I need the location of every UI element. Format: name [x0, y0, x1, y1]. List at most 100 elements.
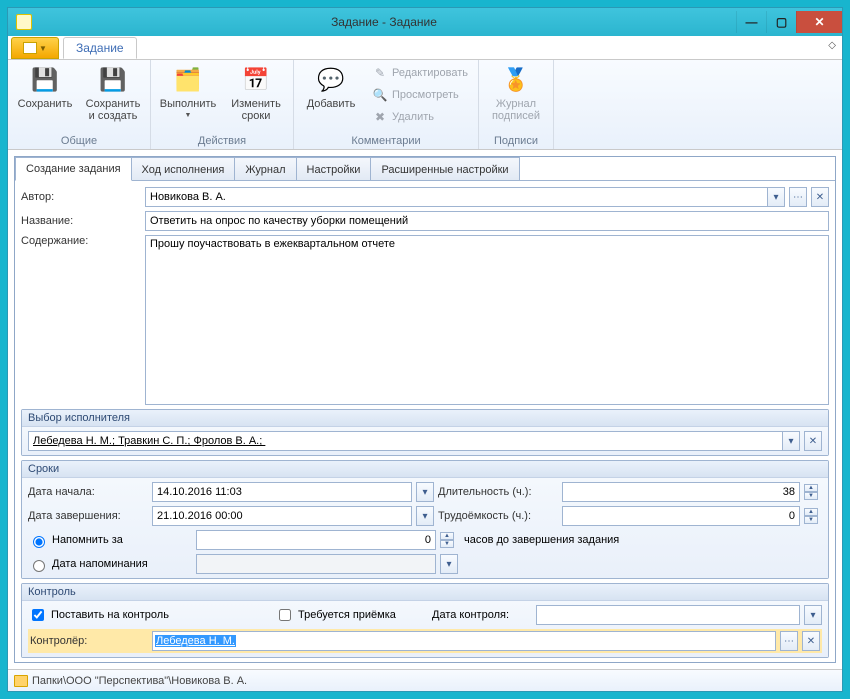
add-comment-icon: 💬 [315, 64, 347, 96]
execute-label: Выполнить [160, 98, 216, 110]
start-date-input[interactable] [152, 482, 412, 502]
control-group: Контроль Поставить на контроль Требуется… [21, 583, 829, 658]
ribbon-tab-task[interactable]: Задание [63, 37, 137, 59]
performers-group: Выбор исполнителя ▾ ✕ [21, 409, 829, 456]
need-accept-label: Требуется приёмка [298, 609, 428, 621]
control-title: Контроль [22, 584, 828, 601]
end-date-label: Дата завершения: [28, 510, 148, 522]
tab-journal[interactable]: Журнал [234, 157, 296, 181]
control-date-dropdown[interactable]: ▾ [804, 605, 822, 625]
save-icon: 💾 [29, 64, 61, 96]
view-label: Просмотреть [392, 89, 459, 101]
save-create-icon: 💾 [97, 64, 129, 96]
status-bar: Папки\ООО "Перспектива"\Новикова В. А. [8, 669, 842, 691]
tab-ext-settings[interactable]: Расширенные настройки [370, 157, 519, 181]
add-comment-button[interactable]: 💬 Добавить [300, 62, 362, 128]
labor-input[interactable] [562, 506, 800, 526]
duration-label: Длительность (ч.): [438, 486, 558, 498]
remind-date-input [196, 554, 436, 574]
eye-icon: 🔍 [372, 87, 388, 103]
stamp-icon: 🏅 [500, 64, 532, 96]
author-clear-button[interactable]: ✕ [811, 187, 829, 207]
delete-comment-button: ✖ Удалить [368, 106, 472, 128]
pencil-icon: ✎ [372, 65, 388, 81]
performers-dropdown-button[interactable]: ▾ [782, 431, 800, 451]
controller-clear-button[interactable]: ✕ [802, 631, 820, 651]
control-date-label: Дата контроля: [432, 609, 532, 621]
group-common-label: Общие [61, 135, 97, 149]
start-date-label: Дата начала: [28, 486, 148, 498]
performers-clear-button[interactable]: ✕ [804, 431, 822, 451]
author-dropdown-button[interactable]: ▾ [767, 187, 785, 207]
remind-date-dropdown[interactable]: ▾ [440, 554, 458, 574]
dates-title: Сроки [22, 461, 828, 478]
chevron-down-icon: ▼ [39, 44, 47, 53]
tab-body: Автор: ▾ ⋯ ✕ Название: Содержание: Прошу… [15, 180, 835, 662]
change-dates-button[interactable]: 📅 Изменить сроки [225, 62, 287, 122]
author-label: Автор: [21, 191, 141, 203]
add-label: Добавить [307, 98, 356, 110]
execute-icon: 🗂️ [172, 64, 204, 96]
ribbon-collapse-button[interactable]: ◇ [828, 40, 836, 51]
app-menu-icon [23, 42, 37, 54]
app-window: Задание - Задание — ▢ ✕ ▼ Задание ◇ 💾 Со… [7, 7, 843, 692]
change-dates-label: Изменить сроки [231, 98, 281, 122]
calendar-icon: 📅 [240, 64, 272, 96]
ribbon: 💾 Сохранить 💾 Сохранить и создать Общие … [8, 60, 842, 150]
status-path: Папки\ООО "Перспектива"\Новикова В. А. [32, 675, 247, 687]
name-input[interactable] [145, 211, 829, 231]
maximize-button[interactable]: ▢ [766, 11, 796, 33]
save-button[interactable]: 💾 Сохранить [14, 62, 76, 122]
minimize-button[interactable]: — [736, 11, 766, 33]
labor-spinner[interactable]: ▲▼ [804, 508, 818, 524]
duration-spinner[interactable]: ▲▼ [804, 484, 818, 500]
labor-label: Трудоёмкость (ч.): [438, 510, 558, 522]
delete-icon: ✖ [372, 109, 388, 125]
performers-input[interactable] [28, 431, 782, 451]
need-accept-checkbox[interactable] [279, 609, 291, 621]
control-date-input[interactable] [536, 605, 800, 625]
main-panel: Создание задания Ход исполнения Журнал Н… [14, 156, 836, 663]
dates-group: Сроки Дата начала: ▾ Длительность (ч.): … [21, 460, 829, 579]
edit-label: Редактировать [392, 67, 468, 79]
app-menu-button[interactable]: ▼ [11, 37, 59, 59]
performers-title: Выбор исполнителя [22, 410, 828, 427]
folder-icon [14, 675, 28, 687]
group-comments-label: Комментарии [351, 135, 420, 149]
tab-create[interactable]: Создание задания [15, 157, 132, 181]
remind-suffix: часов до завершения задания [464, 534, 619, 546]
remind-before-label: Напомнить за [52, 534, 192, 546]
tab-progress[interactable]: Ход исполнения [131, 157, 236, 181]
delete-label: Удалить [392, 111, 434, 123]
execute-button[interactable]: 🗂️ Выполнить ▼ [157, 62, 219, 122]
name-label: Название: [21, 215, 141, 227]
remind-date-radio[interactable] [33, 560, 45, 572]
controller-browse-button[interactable]: ⋯ [780, 631, 798, 651]
remind-spinner[interactable]: ▲▼ [440, 532, 454, 548]
remind-before-radio[interactable] [33, 536, 45, 548]
remind-value-input[interactable] [196, 530, 436, 550]
start-date-dropdown[interactable]: ▾ [416, 482, 434, 502]
put-control-checkbox[interactable] [32, 609, 44, 621]
view-comment-button: 🔍 Просмотреть [368, 84, 472, 106]
window-title: Задание - Задание [32, 15, 736, 29]
controller-value: Лебедева Н. М. [155, 635, 236, 647]
save-and-create-button[interactable]: 💾 Сохранить и создать [82, 62, 144, 122]
close-button[interactable]: ✕ [796, 11, 842, 33]
app-icon [16, 14, 32, 30]
edit-comment-button: ✎ Редактировать [368, 62, 472, 84]
end-date-input[interactable] [152, 506, 412, 526]
controller-input[interactable]: Лебедева Н. М. [152, 631, 776, 651]
content-textarea[interactable]: Прошу поучаствовать в ежеквартальном отч… [145, 235, 829, 405]
save-create-label: Сохранить и создать [86, 98, 141, 122]
signatures-log-button: 🏅 Журнал подписей [485, 62, 547, 122]
controller-label: Контролёр: [30, 635, 148, 647]
author-input[interactable] [145, 187, 767, 207]
tab-settings[interactable]: Настройки [296, 157, 372, 181]
content-label: Содержание: [21, 235, 141, 247]
duration-input[interactable] [562, 482, 800, 502]
end-date-dropdown[interactable]: ▾ [416, 506, 434, 526]
group-sign-label: Подписи [494, 135, 538, 149]
ribbon-tabstrip: ▼ Задание ◇ [8, 36, 842, 60]
author-browse-button[interactable]: ⋯ [789, 187, 807, 207]
